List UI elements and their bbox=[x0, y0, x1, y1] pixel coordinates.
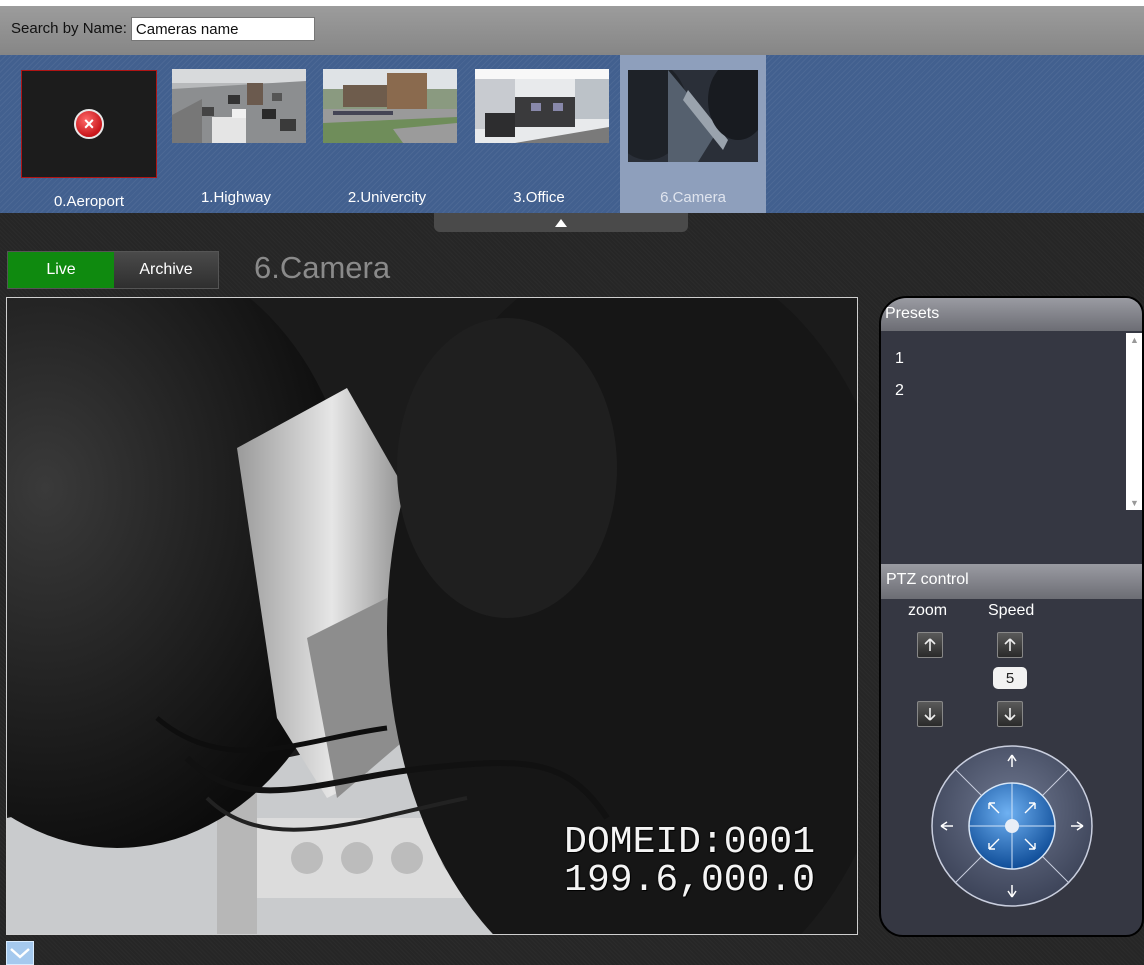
ptz-joystick[interactable] bbox=[931, 745, 1093, 907]
scroll-up-icon[interactable]: ▲ bbox=[1130, 335, 1139, 345]
camera-thumbnail: × bbox=[21, 70, 157, 178]
live-button[interactable]: Live bbox=[8, 252, 114, 288]
presets-scrollbar[interactable]: ▲ ▼ bbox=[1126, 333, 1142, 510]
speed-value: 5 bbox=[993, 667, 1027, 689]
error-x-icon: × bbox=[74, 109, 104, 139]
search-label: Search by Name: bbox=[11, 20, 127, 37]
camera-thumbnail bbox=[172, 69, 306, 143]
camera-tile-univercity[interactable]: 2.Univercity bbox=[314, 55, 460, 213]
search-bar: Search by Name: bbox=[0, 6, 1144, 55]
camera-thumbnail bbox=[323, 69, 457, 143]
camera-strip: × 0.Aeroport 1.Highway 2.Univercity 3.Of… bbox=[0, 55, 1144, 213]
arrow-down-icon bbox=[1004, 708, 1016, 721]
preset-item[interactable]: 2 bbox=[895, 382, 904, 400]
triangle-up-icon bbox=[555, 218, 567, 227]
speed-down-button[interactable] bbox=[997, 701, 1023, 727]
camera-tile-camera6[interactable]: 6.Camera bbox=[620, 55, 766, 213]
video-feed[interactable]: DOMEID:0001 199.6,000.0 bbox=[6, 297, 858, 935]
archive-button[interactable]: Archive bbox=[114, 252, 218, 288]
camera-tile-highway[interactable]: 1.Highway bbox=[163, 55, 309, 213]
camera-title: 6.Camera bbox=[254, 250, 391, 285]
camera-label: 0.Aeroport bbox=[53, 193, 125, 210]
camera-tile-aeroport[interactable]: × 0.Aeroport bbox=[0, 55, 157, 213]
osd-position: 199.6,000.0 bbox=[564, 859, 815, 902]
chevron-down-icon bbox=[10, 948, 30, 959]
camera-label: 3.Office bbox=[513, 189, 565, 206]
collapse-strip-button[interactable] bbox=[434, 213, 688, 232]
camera-tile-office[interactable]: 3.Office bbox=[466, 55, 612, 213]
speed-up-button[interactable] bbox=[997, 632, 1023, 658]
control-panel: Presets 1 2 ▲ ▼ PTZ control zoom Speed 5 bbox=[879, 296, 1144, 937]
camera-thumbnail bbox=[628, 70, 758, 162]
presets-list: 1 2 ▲ ▼ bbox=[881, 331, 1142, 561]
arrow-down-icon bbox=[924, 708, 936, 721]
presets-header: Presets bbox=[881, 298, 1142, 331]
osd-dome-id: DOMEID:0001 bbox=[564, 821, 815, 864]
scroll-down-icon[interactable]: ▼ bbox=[1130, 498, 1139, 508]
zoom-in-button[interactable] bbox=[917, 632, 943, 658]
expand-panel-button[interactable] bbox=[6, 941, 34, 965]
search-input[interactable] bbox=[130, 17, 315, 41]
preset-item[interactable]: 1 bbox=[895, 350, 904, 368]
zoom-label: zoom bbox=[908, 602, 948, 619]
zoom-out-button[interactable] bbox=[917, 701, 943, 727]
speed-label: Speed bbox=[988, 602, 1035, 619]
video-osd: DOMEID:0001 199.6,000.0 bbox=[564, 824, 815, 900]
view-mode-toggle: Live Archive bbox=[7, 251, 219, 289]
camera-label: 6.Camera bbox=[660, 189, 726, 206]
arrow-up-icon bbox=[924, 638, 936, 651]
ptz-header: PTZ control bbox=[881, 564, 1142, 599]
camera-label: 1.Highway bbox=[200, 189, 272, 206]
camera-label: 2.Univercity bbox=[347, 189, 427, 206]
camera-thumbnail bbox=[475, 69, 609, 143]
arrow-up-icon bbox=[1004, 638, 1016, 651]
